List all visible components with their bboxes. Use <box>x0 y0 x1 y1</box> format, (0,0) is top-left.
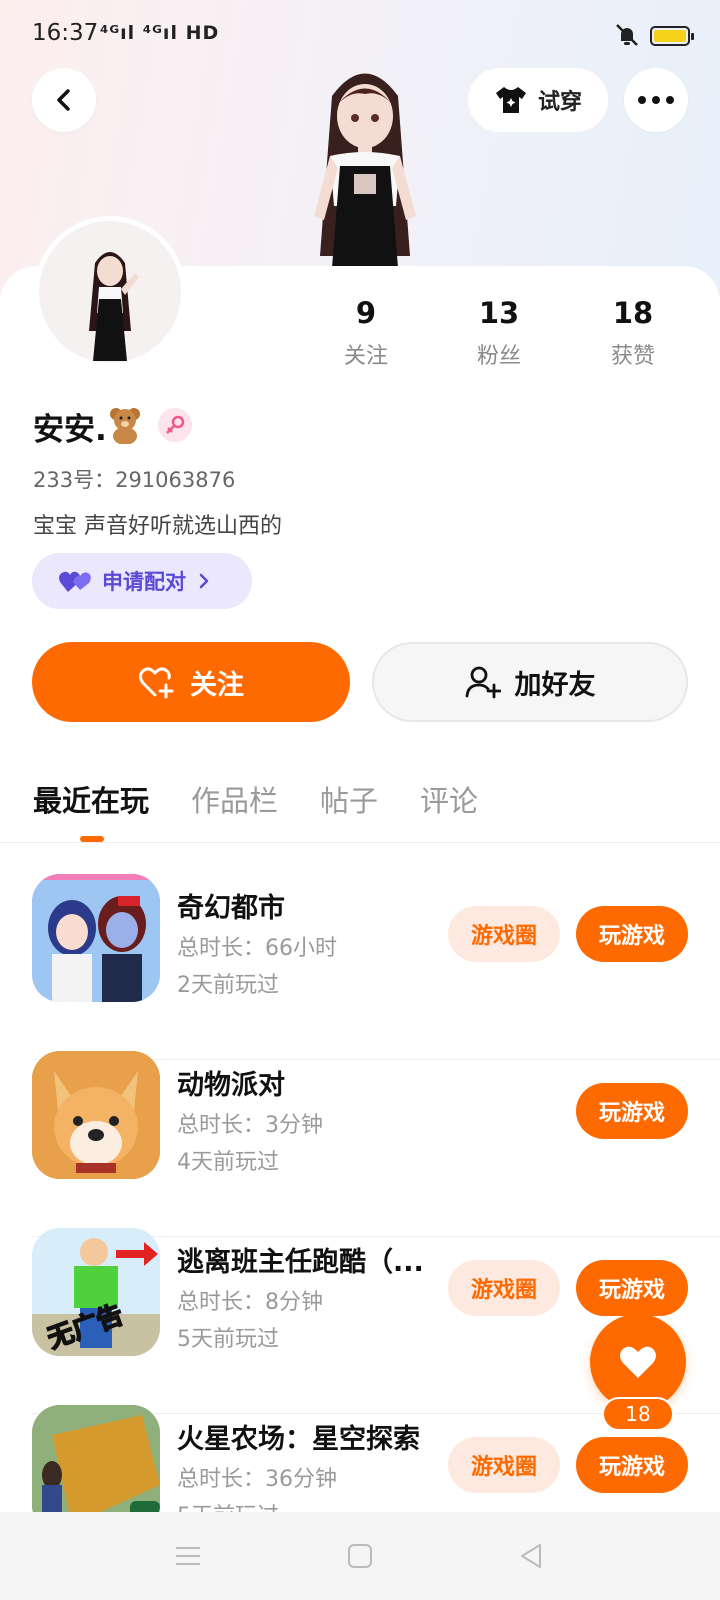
add-friend-button[interactable]: 加好友 <box>372 642 688 722</box>
request-pair-label: 申请配对 <box>102 570 186 594</box>
bell-muted-icon <box>616 24 638 46</box>
try-on-label: 试穿 <box>537 90 582 115</box>
tab-works[interactable]: 作品栏 <box>191 778 278 820</box>
stat-fans[interactable]: 13 粉丝 <box>439 296 559 370</box>
status-time: 16:37 <box>32 20 99 46</box>
profile-tabs: 最近在玩 作品栏 帖子 评论 <box>33 778 478 820</box>
game-row[interactable]: 奇幻都市 总时长：66小时 2天前玩过 游戏圈 玩游戏 <box>0 874 720 1060</box>
play-game-button[interactable]: 玩游戏 <box>576 1437 688 1493</box>
tabs-divider <box>0 842 720 843</box>
avatar[interactable] <box>34 216 186 368</box>
user-bio: 宝宝 声音好听就选山西的 <box>33 514 282 539</box>
stat-fans-count: 13 <box>478 296 520 330</box>
heart-plus-icon <box>139 667 174 699</box>
more-horizontal-icon <box>638 96 674 104</box>
game-duration: 总时长：66小时 <box>177 936 337 961</box>
double-heart-icon <box>59 571 91 592</box>
game-title: 火星农场：星空探索 <box>177 1424 420 1455</box>
game-circle-button[interactable]: 游戏圈 <box>448 1260 560 1316</box>
game-title: 奇幻都市 <box>177 893 285 924</box>
game-icon-escape-teacher[interactable]: 无广告 <box>32 1228 160 1356</box>
game-title: 逃离班主任跑酷（... <box>177 1247 424 1278</box>
stat-following[interactable]: 9 关注 <box>306 296 426 370</box>
stat-likes-count: 18 <box>612 296 654 330</box>
like-button[interactable] <box>590 1314 686 1410</box>
back-button[interactable] <box>32 68 96 132</box>
menu-icon[interactable] <box>172 1540 204 1572</box>
system-nav-bar <box>0 1512 720 1600</box>
try-on-button[interactable]: 试穿 <box>468 68 608 132</box>
female-badge <box>158 408 192 442</box>
game-title: 动物派对 <box>177 1070 285 1101</box>
username: 安安. <box>33 412 107 448</box>
follow-label: 关注 <box>190 669 244 701</box>
play-game-button[interactable]: 玩游戏 <box>576 1083 688 1139</box>
heart-icon <box>620 1346 656 1378</box>
stat-likes[interactable]: 18 获赞 <box>573 296 693 370</box>
request-pair-button[interactable]: 申请配对 <box>32 553 252 609</box>
shirt-icon <box>495 87 526 113</box>
play-game-button[interactable]: 玩游戏 <box>576 906 688 962</box>
game-row[interactable]: 动物派对 总时长：3分钟 4天前玩过 玩游戏 <box>0 1051 720 1237</box>
user-id: 233号：291063876 <box>33 468 236 492</box>
home-square-icon[interactable] <box>344 1540 376 1572</box>
follow-button[interactable]: 关注 <box>32 642 350 722</box>
game-thumbnail: 无广告 <box>32 1228 160 1356</box>
back-triangle-icon[interactable] <box>516 1540 548 1572</box>
avatar-3d-figure[interactable] <box>270 56 460 268</box>
chevron-left-icon <box>57 89 70 111</box>
game-thumbnail <box>32 1051 160 1179</box>
battery-icon <box>650 26 694 46</box>
tab-recently-played[interactable]: 最近在玩 <box>33 778 149 820</box>
game-circle-button[interactable]: 游戏圈 <box>448 1437 560 1493</box>
tab-comments[interactable]: 评论 <box>420 778 478 820</box>
more-options-button[interactable] <box>624 68 688 132</box>
female-icon <box>166 415 185 434</box>
game-icon-fantasy-city[interactable] <box>32 874 160 1002</box>
chevron-right-icon <box>199 573 209 589</box>
stat-following-label: 关注 <box>343 344 388 369</box>
add-user-icon <box>465 666 501 699</box>
game-duration: 总时长：36分钟 <box>177 1467 337 1492</box>
game-last-played: 5天前玩过 <box>177 1327 279 1352</box>
play-game-button[interactable]: 玩游戏 <box>576 1260 688 1316</box>
stat-following-count: 9 <box>355 296 377 330</box>
stat-likes-label: 获赞 <box>610 344 655 369</box>
game-last-played: 2天前玩过 <box>177 973 279 998</box>
game-circle-button[interactable]: 游戏圈 <box>448 906 560 962</box>
game-duration: 总时长：3分钟 <box>177 1113 323 1138</box>
stat-fans-label: 粉丝 <box>476 344 521 369</box>
teddy-bear-icon <box>110 408 140 444</box>
tab-posts[interactable]: 帖子 <box>320 778 378 820</box>
game-last-played: 4天前玩过 <box>177 1150 279 1175</box>
game-thumbnail <box>32 874 160 1002</box>
avatar-figure <box>89 252 139 361</box>
game-duration: 总时长：8分钟 <box>177 1290 323 1315</box>
add-friend-label: 加好友 <box>514 669 596 701</box>
signal-indicator: ⁴ᴳıl ⁴ᴳıl HD <box>100 22 220 44</box>
game-icon-animal-party[interactable] <box>32 1051 160 1179</box>
like-count-badge: 18 <box>602 1397 674 1431</box>
